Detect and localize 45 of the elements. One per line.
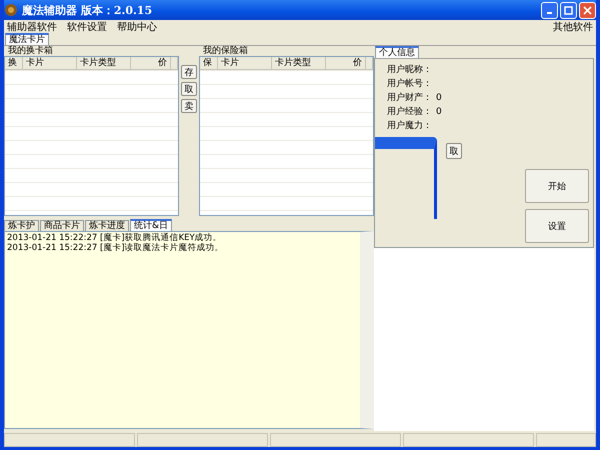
group-title: 我的保险箱	[202, 46, 249, 56]
menu-item[interactable]: 辅助器软件	[7, 20, 57, 34]
column-header[interactable]: 卡片	[218, 57, 272, 70]
card-list[interactable]: 换 卡片 卡片类型 价	[4, 56, 179, 216]
info-label: 用户昵称：	[387, 65, 432, 75]
tab[interactable]: 炼卡护	[4, 220, 39, 231]
log-area[interactable]: 2013-01-21 15:22:27 [魔卡]获取腾讯通信KEY成功。 2013-01-21 15:22:27 [魔卡]读取魔法卡片魔符成功。	[4, 231, 374, 429]
group-title: 我的换卡箱	[7, 46, 54, 56]
minimize-button[interactable]	[541, 2, 558, 18]
tab[interactable]: 个人信息	[375, 46, 419, 58]
tab[interactable]: 商品卡片	[40, 220, 84, 231]
close-icon	[583, 6, 592, 14]
maximize-icon	[564, 6, 573, 14]
column-header[interactable]: 价	[131, 57, 171, 70]
column-header[interactable]: 价	[326, 57, 366, 70]
tab[interactable]: 魔法卡片	[5, 33, 49, 45]
window-title: 魔法辅助器 版本：2.0.15	[22, 2, 152, 18]
menu-item[interactable]: 帮助中心	[117, 20, 157, 34]
maximize-button[interactable]	[560, 2, 577, 18]
menu-item[interactable]: 软件设置	[67, 20, 107, 34]
tab[interactable]: 炼卡进度	[85, 220, 129, 231]
column-header[interactable]: 卡片类型	[77, 57, 131, 70]
info-label: 用户财产：	[387, 93, 432, 103]
column-header[interactable]: 换	[5, 57, 23, 70]
column-header[interactable]: 卡片类型	[272, 57, 326, 70]
column-header[interactable]: 保	[200, 57, 218, 70]
transfer-button[interactable]: 取	[181, 82, 197, 96]
info-label: 用户魔力：	[387, 121, 432, 131]
app-logo-icon	[4, 3, 18, 17]
menu-item[interactable]: 其他软件	[553, 20, 593, 34]
card-list[interactable]: 保 卡片 卡片类型 价	[199, 56, 374, 216]
log-line: 2013-01-21 15:22:27 [魔卡]读取魔法卡片魔符成功。	[7, 243, 225, 253]
action-button[interactable]: 设置	[525, 209, 589, 243]
column-header[interactable]: 卡片	[23, 57, 77, 70]
close-button[interactable]	[579, 2, 596, 18]
fetch-button[interactable]: 取	[446, 143, 462, 159]
tab[interactable]: 统计&日	[130, 219, 172, 231]
transfer-button[interactable]: 存	[181, 65, 197, 79]
transfer-button[interactable]: 卖	[181, 99, 197, 113]
info-value: 0	[436, 107, 442, 117]
action-button[interactable]: 开始	[525, 169, 589, 203]
info-value: 0	[436, 93, 442, 103]
log-line: 2013-01-21 15:22:27 [魔卡]获取腾讯通信KEY成功。	[7, 233, 223, 243]
info-label: 用户帐号：	[387, 79, 432, 89]
info-label: 用户经验：	[387, 107, 432, 117]
